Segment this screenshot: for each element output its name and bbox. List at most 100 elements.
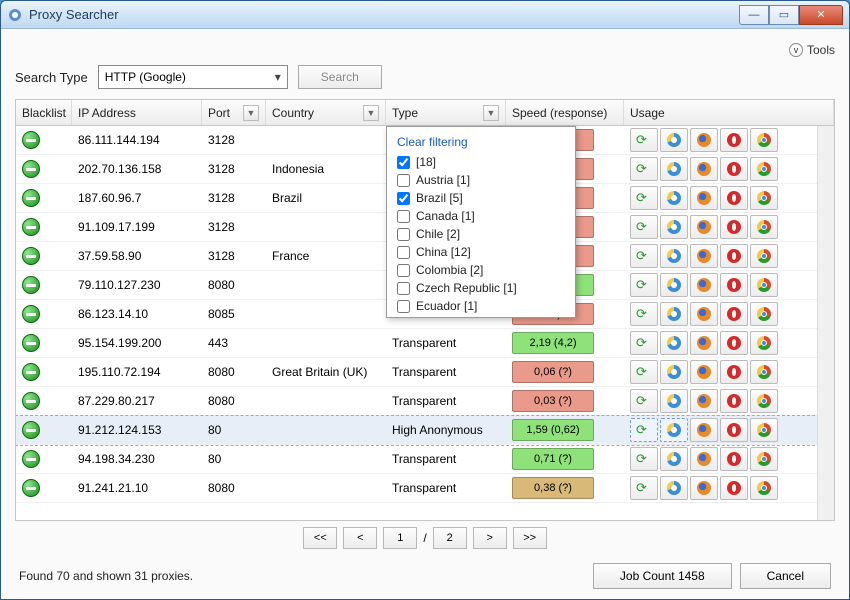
usage-button[interactable]	[660, 360, 688, 384]
table-row[interactable]: 195.110.72.1948080Great Britain (UK)Tran…	[16, 358, 834, 387]
usage-button[interactable]	[750, 128, 778, 152]
usage-button[interactable]	[690, 447, 718, 471]
page-prev-button[interactable]: <	[343, 527, 377, 549]
usage-button[interactable]	[690, 418, 718, 442]
usage-button[interactable]	[720, 331, 748, 355]
vertical-scrollbar[interactable]	[817, 126, 834, 520]
page-next-button[interactable]: >	[473, 527, 507, 549]
blacklist-button[interactable]	[22, 450, 40, 468]
usage-button[interactable]	[660, 302, 688, 326]
usage-button[interactable]	[750, 157, 778, 181]
filter-checkbox[interactable]	[397, 300, 410, 313]
country-filter-popup[interactable]: Clear filtering [18]Austria [1]Brazil [5…	[386, 126, 576, 318]
usage-button[interactable]	[720, 215, 748, 239]
usage-button[interactable]: ⟳	[630, 157, 658, 181]
blacklist-button[interactable]	[22, 218, 40, 236]
page-current[interactable]: 1	[383, 527, 417, 549]
usage-button[interactable]: ⟳	[630, 331, 658, 355]
usage-button[interactable]	[750, 244, 778, 268]
filter-option[interactable]: Ecuador [1]	[391, 297, 571, 313]
close-button[interactable]: ✕	[799, 5, 843, 25]
usage-button[interactable]	[660, 244, 688, 268]
clear-filtering-link[interactable]: Clear filtering	[387, 131, 575, 153]
usage-button[interactable]	[690, 476, 718, 500]
usage-button[interactable]	[660, 186, 688, 210]
filter-option[interactable]: Czech Republic [1]	[391, 279, 571, 297]
usage-button[interactable]	[660, 389, 688, 413]
usage-button[interactable]	[720, 302, 748, 326]
usage-button[interactable]: ⟳	[630, 389, 658, 413]
usage-button[interactable]	[750, 389, 778, 413]
usage-button[interactable]: ⟳	[630, 273, 658, 297]
usage-button[interactable]	[750, 476, 778, 500]
usage-button[interactable]: ⟳	[630, 128, 658, 152]
col-ip[interactable]: IP Address	[72, 100, 202, 125]
page-total[interactable]: 2	[433, 527, 467, 549]
usage-button[interactable]: ⟳	[630, 186, 658, 210]
usage-button[interactable]	[750, 418, 778, 442]
col-type[interactable]: Type▼	[386, 100, 506, 125]
usage-button[interactable]: ⟳	[630, 215, 658, 239]
filter-option[interactable]: [18]	[391, 153, 571, 171]
filter-option[interactable]: China [12]	[391, 243, 571, 261]
titlebar[interactable]: Proxy Searcher — ▭ ✕	[1, 1, 849, 29]
filter-option[interactable]: Canada [1]	[391, 207, 571, 225]
usage-button[interactable]	[660, 128, 688, 152]
blacklist-button[interactable]	[22, 131, 40, 149]
usage-button[interactable]	[690, 128, 718, 152]
blacklist-button[interactable]	[22, 392, 40, 410]
usage-button[interactable]: ⟳	[630, 302, 658, 326]
usage-button[interactable]	[750, 273, 778, 297]
job-count-button[interactable]: Job Count 1458	[593, 563, 732, 589]
usage-button[interactable]	[720, 186, 748, 210]
usage-button[interactable]	[660, 418, 688, 442]
filter-option[interactable]: Austria [1]	[391, 171, 571, 189]
page-first-button[interactable]: <<	[303, 527, 337, 549]
usage-button[interactable]	[660, 273, 688, 297]
usage-button[interactable]	[690, 360, 718, 384]
col-usage[interactable]: Usage	[624, 100, 834, 125]
blacklist-button[interactable]	[22, 160, 40, 178]
usage-button[interactable]	[690, 389, 718, 413]
usage-button[interactable]	[750, 215, 778, 239]
usage-button[interactable]	[690, 186, 718, 210]
usage-button[interactable]	[750, 360, 778, 384]
col-country[interactable]: Country▼	[266, 100, 386, 125]
filter-checkbox[interactable]	[397, 210, 410, 223]
filter-option[interactable]: Brazil [5]	[391, 189, 571, 207]
usage-button[interactable]: ⟳	[630, 418, 658, 442]
usage-button[interactable]	[660, 447, 688, 471]
usage-button[interactable]	[720, 360, 748, 384]
usage-button[interactable]	[690, 157, 718, 181]
blacklist-button[interactable]	[22, 363, 40, 381]
table-row[interactable]: 87.229.80.2178080Transparent0,03 (?)⟳	[16, 387, 834, 416]
filter-option[interactable]: Chile [2]	[391, 225, 571, 243]
tools-menu[interactable]: v Tools	[789, 43, 835, 57]
filter-icon[interactable]: ▼	[243, 105, 259, 121]
usage-button[interactable]	[720, 389, 748, 413]
table-row[interactable]: 91.241.21.108080Transparent0,38 (?)⟳	[16, 474, 834, 503]
usage-button[interactable]	[720, 128, 748, 152]
filter-checkbox[interactable]	[397, 246, 410, 259]
blacklist-button[interactable]	[22, 189, 40, 207]
filter-checkbox[interactable]	[397, 264, 410, 277]
col-blacklist[interactable]: Blacklist	[16, 100, 72, 125]
filter-icon[interactable]: ▼	[363, 105, 379, 121]
blacklist-button[interactable]	[22, 334, 40, 352]
maximize-button[interactable]: ▭	[769, 5, 799, 25]
filter-icon[interactable]: ▼	[483, 105, 499, 121]
usage-button[interactable]: ⟳	[630, 476, 658, 500]
filter-checkbox[interactable]	[397, 192, 410, 205]
usage-button[interactable]	[720, 476, 748, 500]
usage-button[interactable]	[690, 302, 718, 326]
filter-checkbox[interactable]	[397, 282, 410, 295]
usage-button[interactable]	[720, 244, 748, 268]
usage-button[interactable]	[750, 331, 778, 355]
usage-button[interactable]	[750, 447, 778, 471]
usage-button[interactable]	[660, 331, 688, 355]
blacklist-button[interactable]	[22, 421, 40, 439]
filter-checkbox[interactable]	[397, 156, 410, 169]
usage-button[interactable]	[690, 331, 718, 355]
usage-button[interactable]	[720, 157, 748, 181]
usage-button[interactable]	[690, 244, 718, 268]
